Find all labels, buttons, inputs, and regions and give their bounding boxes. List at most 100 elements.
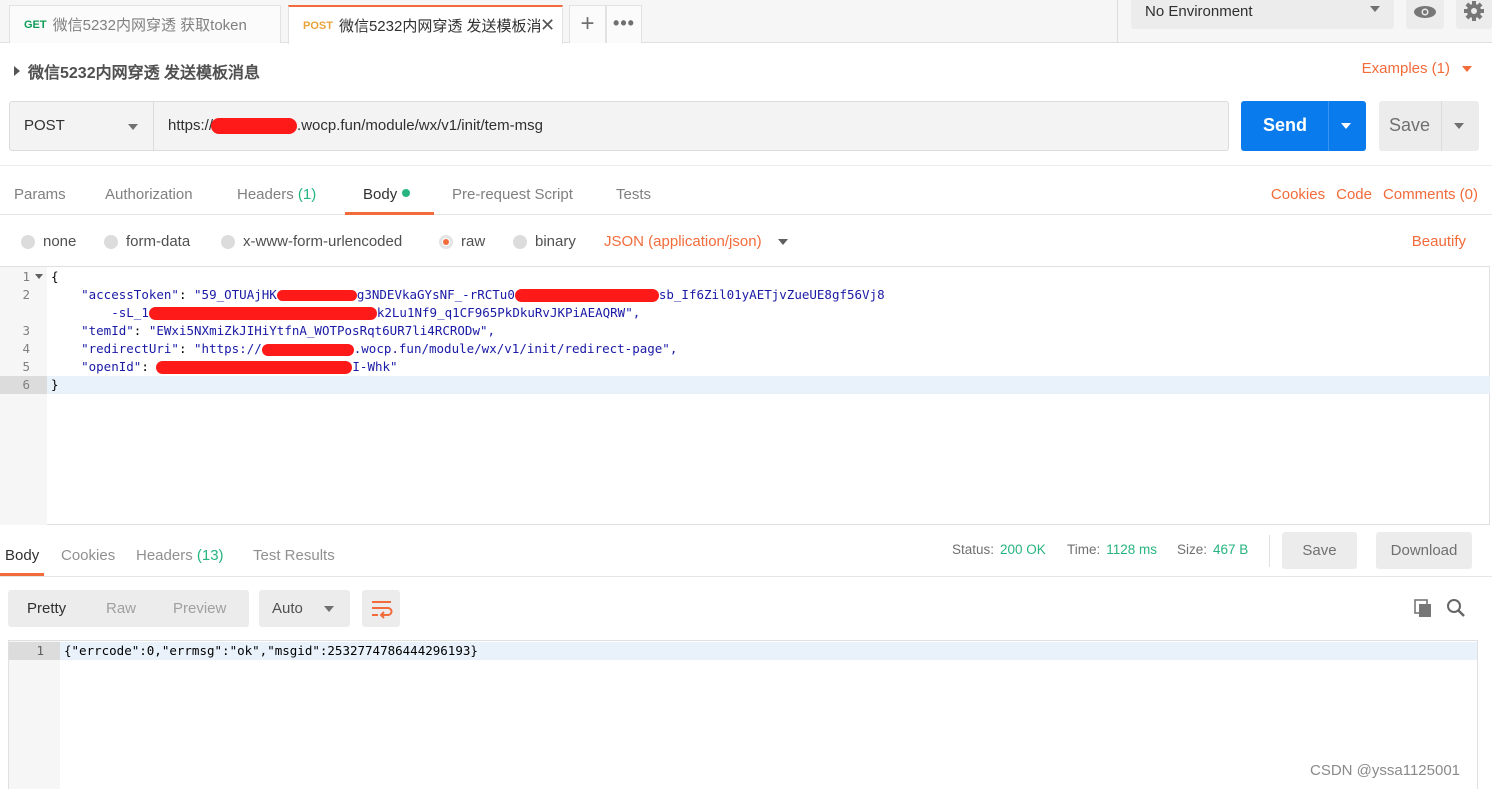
radio-label: form-data bbox=[126, 233, 191, 250]
content-type-select[interactable]: JSON (application/json) bbox=[604, 233, 788, 250]
json-value: "59_OTUAjHK bbox=[194, 287, 277, 302]
redaction-mark bbox=[211, 118, 298, 135]
environment-select[interactable]: No Environment bbox=[1131, 0, 1394, 29]
tab-authorization[interactable]: Authorization bbox=[105, 166, 193, 215]
tab-headers[interactable]: Headers (1) bbox=[237, 166, 316, 215]
radio-label: raw bbox=[461, 233, 486, 250]
status-meta: Status: 200 OK bbox=[952, 542, 1046, 557]
body-type-raw[interactable]: raw bbox=[439, 233, 485, 250]
examples-dropdown[interactable]: Examples (1) bbox=[1362, 60, 1472, 77]
size-meta: Size: 467 B bbox=[1177, 542, 1248, 557]
comments-link[interactable]: Comments (0) bbox=[1383, 186, 1478, 203]
code-line: 4 "redirectUri": "https://.wocp.fun/modu… bbox=[0, 340, 1490, 358]
status-dot bbox=[402, 189, 411, 197]
radio-icon bbox=[104, 234, 118, 249]
code-text: -sL_1 k2Lu1Nf9_q1CF965PkDkuRvJKPiAEAQRW", bbox=[51, 304, 640, 322]
close-icon[interactable]: ✕ bbox=[540, 15, 556, 36]
body-type-none[interactable]: none bbox=[21, 233, 76, 250]
line-number: 4 bbox=[22, 341, 30, 356]
save-response-button[interactable]: Save bbox=[1282, 532, 1357, 569]
method-select[interactable]: POST bbox=[9, 101, 154, 151]
view-raw-button[interactable]: Raw bbox=[106, 590, 136, 627]
examples-label: Examples (1) bbox=[1361, 60, 1450, 77]
beautify-link[interactable]: Beautify bbox=[1412, 233, 1466, 250]
wrap-lines-button[interactable] bbox=[362, 590, 400, 627]
headers-count: (13) bbox=[196, 547, 224, 564]
response-tab-headers[interactable]: Headers (13) bbox=[136, 530, 224, 576]
tab-body[interactable]: Body bbox=[345, 166, 434, 215]
divider bbox=[1441, 101, 1442, 151]
tab-body-label: Body bbox=[363, 186, 398, 203]
size-value[interactable]: 467 B bbox=[1213, 542, 1248, 557]
tab-tests[interactable]: Tests bbox=[616, 166, 651, 215]
tab-pre-request-script[interactable]: Pre-request Script bbox=[452, 166, 573, 215]
tab-title: 微信5232内网穿透 发送模板消息 bbox=[338, 18, 557, 35]
body-type-form-data[interactable]: form-data bbox=[104, 233, 190, 250]
format-select[interactable]: Auto bbox=[259, 590, 350, 627]
radio-icon bbox=[21, 234, 35, 249]
url-input[interactable]: https:// .wocp.fun/module/wx/v1/init/tem-… bbox=[153, 101, 1229, 151]
watermark: CSDN @yssa1125001 bbox=[1310, 762, 1461, 779]
cookies-link[interactable]: Cookies bbox=[1271, 186, 1325, 203]
response-tab-cookies[interactable]: Cookies bbox=[61, 530, 115, 576]
send-button[interactable]: Send bbox=[1241, 101, 1366, 151]
code-text: "accessToken": "59_OTUAjHK g3NDEVkaGYsNF_… bbox=[81, 287, 885, 302]
body-type-urlencoded[interactable]: x-www-form-urlencoded bbox=[221, 233, 402, 250]
json-key: "temId" bbox=[81, 323, 134, 338]
radio-icon bbox=[513, 234, 527, 249]
json-value: "EWxi5NXmiZkJIHiYtfnA_WOTPosRqt6UR7li4RC… bbox=[148, 323, 496, 338]
code-text: "temId": "EWxi5NXmiZkJIHiYtfnA_WOTPosRqt… bbox=[81, 323, 496, 338]
code-line-active: 6 } bbox=[0, 376, 1490, 394]
line-number: 2 bbox=[22, 287, 30, 302]
caret-right-icon[interactable] bbox=[14, 66, 20, 76]
status-value[interactable]: 200 OK bbox=[1000, 542, 1046, 557]
code-text: "openId": I-Whk" bbox=[81, 359, 398, 374]
view-pretty-button[interactable]: Pretty bbox=[27, 590, 66, 627]
more-tabs-button[interactable]: ••• bbox=[606, 5, 642, 43]
tab-send-template[interactable]: POST 微信5232内网穿透 发送模板消息 ✕ bbox=[288, 5, 563, 44]
tab-method-label: GET bbox=[24, 18, 47, 31]
json-key: "accessToken" bbox=[81, 287, 179, 302]
response-tab-body[interactable]: Body bbox=[0, 530, 45, 576]
json-value: .wocp.fun/module/wx/v1/init/redirect-pag… bbox=[353, 341, 678, 356]
response-body-text: {"errcode":0,"errmsg":"ok","msgid":25327… bbox=[64, 643, 478, 658]
radio-selected-icon bbox=[439, 234, 453, 249]
response-body-editor[interactable]: 1 {"errcode":0,"errmsg":"ok","msgid":253… bbox=[8, 640, 1478, 789]
chevron-down-icon bbox=[1370, 6, 1380, 12]
code-line: 5 "openId": I-Whk" bbox=[0, 358, 1490, 376]
settings-button[interactable] bbox=[1456, 0, 1492, 29]
request-body-editor[interactable]: 1 { 2 "accessToken": "59_OTUAjHK g3NDEVka… bbox=[0, 266, 1490, 525]
request-name[interactable]: 微信5232内网穿透 发送模板消息 bbox=[14, 59, 260, 83]
fold-arrow-icon[interactable] bbox=[35, 274, 43, 279]
redaction-mark bbox=[261, 343, 354, 356]
size-label: Size: bbox=[1177, 542, 1208, 557]
body-type-binary[interactable]: binary bbox=[513, 233, 576, 250]
tab-params[interactable]: Params bbox=[14, 166, 66, 215]
body-type-row: none form-data x-www-form-urlencoded raw… bbox=[0, 216, 1492, 266]
line-number: 1 bbox=[22, 269, 30, 284]
line-number: 1 bbox=[9, 642, 60, 660]
response-line: 1 {"errcode":0,"errmsg":"ok","msgid":253… bbox=[9, 642, 1477, 660]
code-link[interactable]: Code bbox=[1336, 186, 1372, 203]
environment-quick-look-button[interactable] bbox=[1406, 0, 1444, 29]
json-value: sb_If6Zil01yAETjvZueUE8gf56Vj8 bbox=[658, 287, 885, 302]
chevron-down-icon[interactable] bbox=[1341, 123, 1351, 129]
copy-icon[interactable] bbox=[1413, 598, 1433, 618]
request-name-text: 微信5232内网穿透 发送模板消息 bbox=[28, 65, 261, 82]
divider bbox=[1269, 535, 1270, 567]
line-number: 3 bbox=[22, 323, 30, 338]
json-value: k2Lu1Nf9_q1CF965PkDkuRvJKPiAEAQRW", bbox=[376, 305, 641, 320]
view-preview-button[interactable]: Preview bbox=[173, 590, 226, 627]
redaction-mark bbox=[276, 290, 357, 301]
chevron-down-icon[interactable] bbox=[1454, 123, 1464, 129]
download-button[interactable]: Download bbox=[1376, 532, 1472, 569]
new-tab-button[interactable]: + bbox=[569, 5, 606, 43]
response-tab-test-results[interactable]: Test Results bbox=[253, 530, 335, 576]
time-meta: Time: 1128 ms bbox=[1067, 542, 1157, 557]
time-label: Time: bbox=[1067, 542, 1101, 557]
search-icon[interactable] bbox=[1446, 598, 1466, 618]
tab-get-token[interactable]: GET 微信5232内网穿透 获取token bbox=[9, 5, 281, 43]
save-button[interactable]: Save bbox=[1379, 101, 1479, 151]
time-value[interactable]: 1128 ms bbox=[1106, 542, 1157, 557]
code-text: } bbox=[51, 377, 59, 392]
